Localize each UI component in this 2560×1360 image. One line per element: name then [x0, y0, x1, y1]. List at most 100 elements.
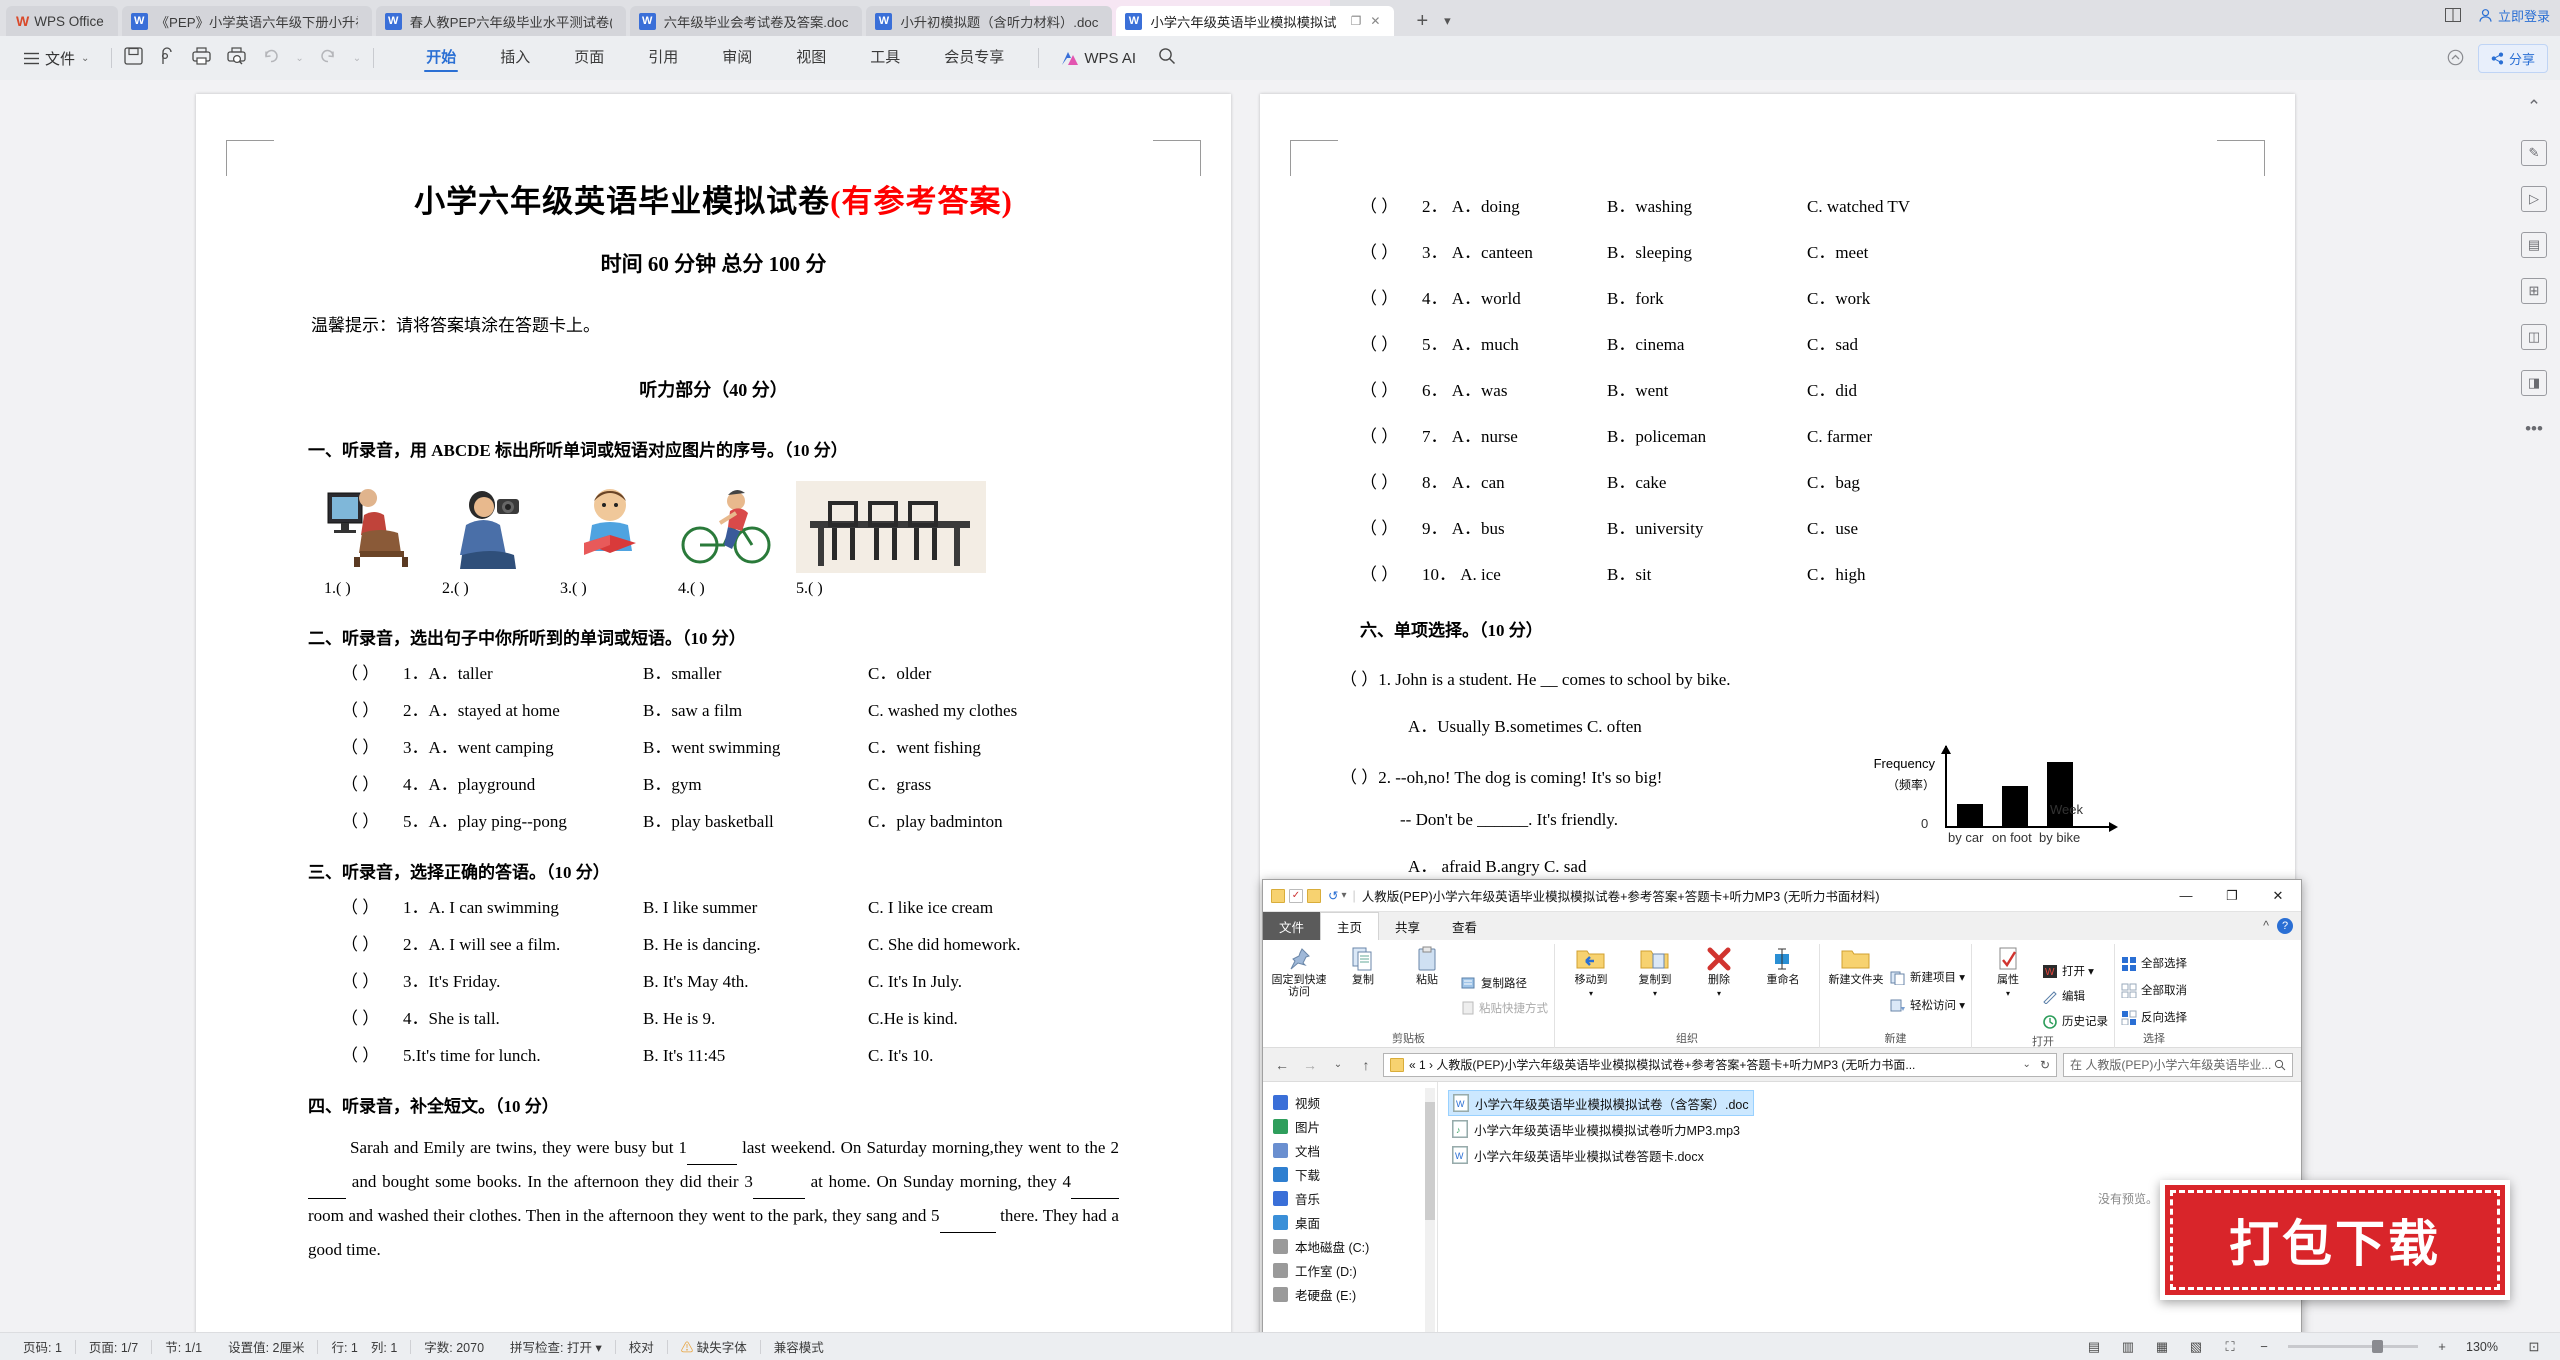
zoom-slider-knob[interactable] [2372, 1340, 2383, 1353]
image-tool-icon[interactable]: ◨ [2521, 370, 2547, 396]
explorer-tab-share[interactable]: 共享 [1379, 912, 1436, 940]
zoom-out-button[interactable]: − [2254, 1338, 2274, 1356]
document-tab-5-active[interactable]: W 小学六年级英语毕业模拟模拟试 ❐ ✕ [1116, 6, 1395, 36]
explorer-collapse-icon[interactable]: ^ [2263, 919, 2269, 933]
comment-tool-icon[interactable]: ▤ [2521, 232, 2547, 258]
copy-path-button[interactable]: 复制路径 [1461, 972, 1548, 994]
redo-icon[interactable] [320, 48, 337, 69]
nav-item-desktop[interactable]: 桌面 [1273, 1210, 1437, 1234]
save-icon[interactable] [124, 46, 144, 70]
nav-item-disk-d[interactable]: 工作室 (D:) [1273, 1258, 1437, 1282]
nav-item-video[interactable]: 视频 [1273, 1090, 1437, 1114]
document-tab-4[interactable]: W 小升初模拟题（含听力材料）.doc [866, 6, 1113, 36]
paste-button[interactable]: 粘贴 [1397, 944, 1457, 986]
print-icon[interactable] [192, 46, 212, 70]
edit-button[interactable]: 编辑 [2042, 985, 2108, 1007]
table-tool-icon[interactable]: ⊞ [2521, 278, 2547, 304]
nav-item-music[interactable]: 音乐 [1273, 1186, 1437, 1210]
explorer-tab-file[interactable]: 文件 [1263, 912, 1321, 940]
outline-view-icon[interactable]: ▦ [2152, 1338, 2172, 1356]
tab-references[interactable]: 引用 [626, 37, 700, 79]
save-as-icon[interactable] [159, 46, 176, 70]
nav-item-downloads[interactable]: 下载 [1273, 1162, 1437, 1186]
file-list-item[interactable]: ♪ 小学六年级英语毕业模拟模拟试卷听力MP3.mp3 [1448, 1116, 1744, 1142]
fullscreen-icon[interactable]: ⛶ [2220, 1338, 2240, 1356]
undo-icon[interactable] [262, 48, 279, 69]
page-view-icon[interactable]: ▤ [2084, 1338, 2104, 1356]
delete-button[interactable]: 删除 ▾ [1689, 944, 1749, 1000]
pen-tool-icon[interactable]: ✎ [2521, 140, 2547, 166]
status-word-count[interactable]: 字数: 2070 [411, 1337, 497, 1356]
wps-ai-button[interactable]: WPS AI [1059, 50, 1136, 67]
address-input[interactable]: « 1 › 人教版(PEP)小学六年级英语毕业模拟模拟试卷+参考答案+答题卡+听… [1383, 1052, 2057, 1077]
file-explorer-window[interactable]: ✓ ↺ ▾ | 人教版(PEP)小学六年级英语毕业模拟模拟试卷+参考答案+答题卡… [1262, 879, 2302, 1360]
tab-close-icon[interactable]: ✕ [1370, 14, 1380, 28]
tab-tools[interactable]: 工具 [848, 37, 922, 79]
file-list-item[interactable]: W 小学六年级英语毕业模拟模拟试卷（含答案）.doc [1448, 1090, 1754, 1116]
more-tools-icon[interactable]: ••• [2521, 416, 2547, 442]
back-button[interactable]: ← [1271, 1057, 1293, 1073]
nav-item-disk-e[interactable]: 老硬盘 (E:) [1273, 1282, 1437, 1306]
new-folder-icon[interactable] [1307, 888, 1321, 903]
explorer-maximize-button[interactable]: ❐ [2209, 880, 2255, 912]
select-all-button[interactable]: 全部选择 [2121, 952, 2187, 974]
wps-office-logo[interactable]: W WPS Office [6, 6, 118, 36]
undo-icon[interactable]: ↺ [1328, 888, 1338, 903]
zoom-level-label[interactable]: 130% [2466, 1340, 2510, 1354]
zoom-slider[interactable] [2288, 1340, 2418, 1353]
zoom-in-button[interactable]: + [2432, 1338, 2452, 1356]
open-button[interactable]: W 打开 ▾ [2042, 960, 2108, 982]
history-button[interactable]: 历史记录 [2042, 1010, 2108, 1032]
tab-start[interactable]: 开始 [404, 37, 478, 79]
tab-member-exclusive[interactable]: 会员专享 [922, 37, 1026, 79]
explorer-tab-home[interactable]: 主页 [1320, 912, 1380, 940]
up-button[interactable]: ↑ [1355, 1057, 1377, 1073]
refresh-icon[interactable]: ↻ [2040, 1058, 2050, 1072]
help-icon[interactable]: ? [2277, 918, 2293, 934]
new-tab-button[interactable]: + [1408, 6, 1436, 36]
status-missing-font[interactable]: ⚠ 缺失字体 [668, 1337, 760, 1356]
new-item-button[interactable]: 新建项目 ▾ [1890, 966, 1965, 988]
properties-button[interactable]: 属性 ▾ [1978, 944, 2038, 1000]
address-dropdown-icon[interactable]: ⌄ [2023, 1059, 2031, 1070]
chart-tool-icon[interactable]: ◫ [2521, 324, 2547, 350]
easy-access-button[interactable]: 轻松访问 ▾ [1890, 994, 1965, 1016]
scroll-up-icon[interactable]: ⌃ [2521, 94, 2547, 120]
scrollbar-thumb[interactable] [1425, 1102, 1435, 1220]
login-button[interactable]: 立即登录 [2478, 6, 2550, 25]
navigation-scrollbar[interactable] [1425, 1088, 1435, 1334]
tab-view[interactable]: 视图 [774, 37, 848, 79]
rename-button[interactable]: 重命名 [1753, 944, 1813, 986]
redo-dropdown-icon[interactable]: ⌄ [353, 53, 361, 64]
status-spellcheck[interactable]: 拼写检查: 打开 ▾ [497, 1337, 615, 1356]
copy-button[interactable]: 复制 [1333, 944, 1393, 986]
forward-button[interactable]: → [1299, 1057, 1321, 1073]
tab-insert[interactable]: 插入 [478, 37, 552, 79]
collapse-ribbon-icon[interactable] [2447, 49, 2464, 69]
tab-review[interactable]: 审阅 [700, 37, 774, 79]
file-menu-button[interactable]: 文件 ⌄ [14, 48, 99, 69]
select-tool-icon[interactable]: ▷ [2521, 186, 2547, 212]
search-icon[interactable] [1158, 47, 1176, 70]
document-tab-3[interactable]: W 六年级毕业会考试卷及答案.doc [629, 6, 863, 36]
explorer-minimize-button[interactable]: — [2163, 880, 2209, 912]
invert-selection-button[interactable]: 反向选择 [2121, 1006, 2187, 1028]
paste-shortcut-button[interactable]: 粘贴快捷方式 [1461, 997, 1548, 1019]
status-proofread[interactable]: 校对 [616, 1337, 667, 1356]
reading-view-icon[interactable]: ▧ [2186, 1338, 2206, 1356]
tab-list-dropdown-icon[interactable]: ▾ [1436, 6, 1459, 36]
properties-icon[interactable]: ✓ [1289, 888, 1303, 903]
document-tab-1[interactable]: W 《PEP》小学英语六年级下册小升初模 [121, 6, 372, 36]
document-tab-2[interactable]: W 春人教PEP六年级毕业水平测试卷(二) [375, 6, 626, 36]
undo-dropdown-icon[interactable]: ⌄ [295, 53, 303, 64]
tab-restore-icon[interactable]: ❐ [1351, 14, 1362, 28]
nav-item-documents[interactable]: 文档 [1273, 1138, 1437, 1162]
file-list-item[interactable]: W 小学六年级英语毕业模拟试卷答题卡.docx [1448, 1142, 1708, 1168]
move-to-button[interactable]: 移动到 ▾ [1561, 944, 1621, 1000]
document-page-1[interactable]: 小学六年级英语毕业模拟试卷(有参考答案) 时间 60 分钟 总分 100 分 温… [196, 94, 1231, 1344]
quick-access-dropdown-icon[interactable]: ▾ [1341, 890, 1346, 901]
explorer-close-button[interactable]: ✕ [2255, 880, 2301, 912]
nav-item-pictures[interactable]: 图片 [1273, 1114, 1437, 1138]
explorer-search-input[interactable]: 在 人教版(PEP)小学六年级英语毕业... [2063, 1052, 2293, 1077]
explorer-tab-view[interactable]: 查看 [1436, 912, 1493, 940]
